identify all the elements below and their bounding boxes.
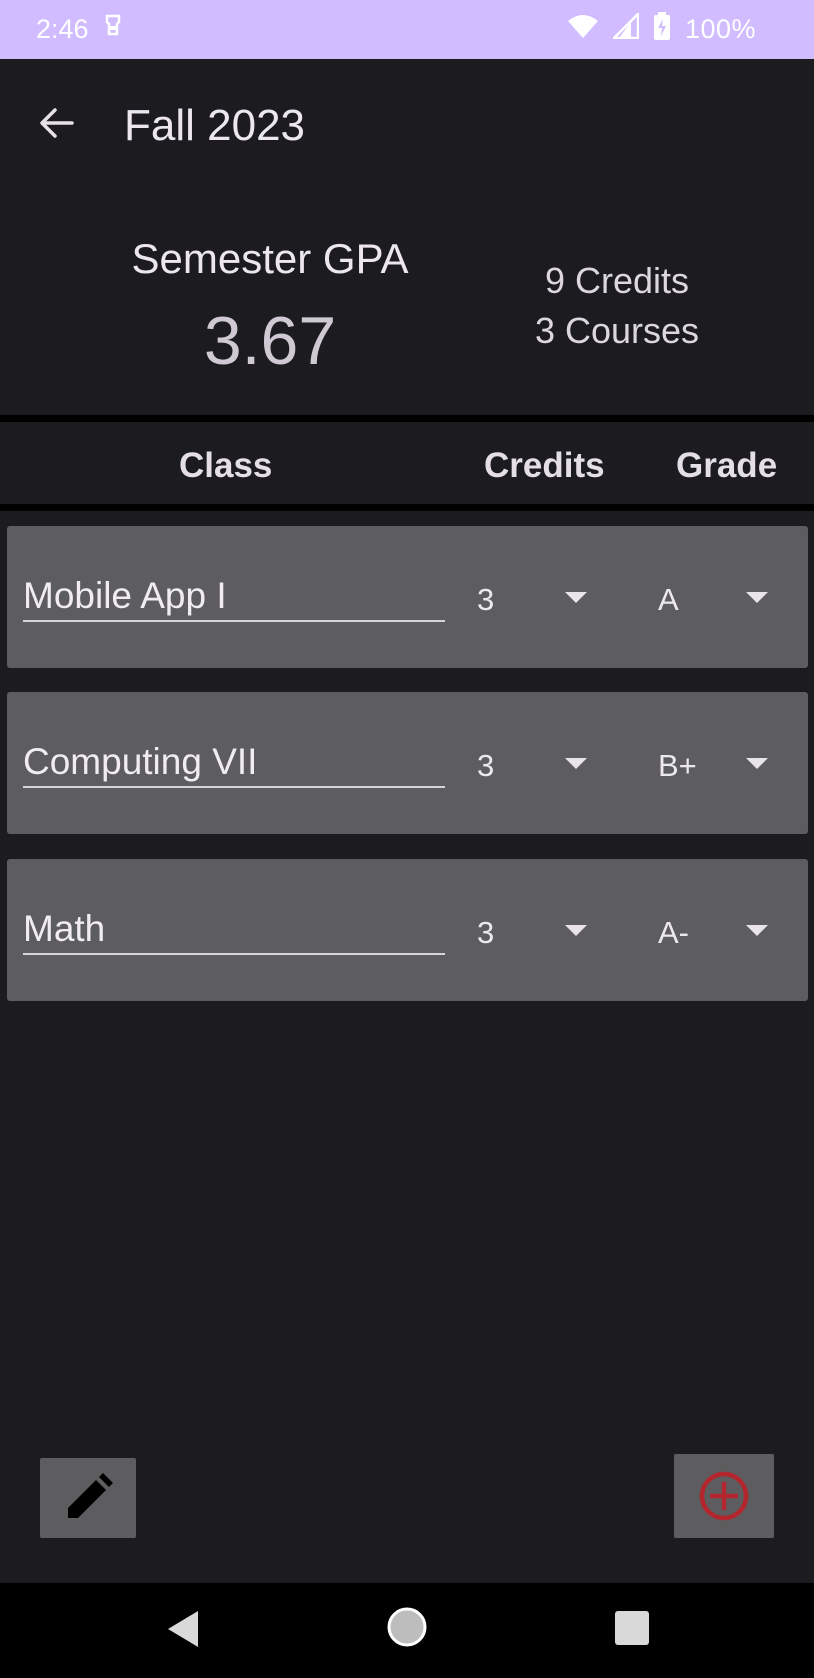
sim-icon [103,13,123,46]
header-credits: Credits [484,446,605,485]
dropdown-arrow-icon [565,758,587,769]
credits-value: 3 [477,748,495,783]
credits-dropdown[interactable]: 3 [471,576,611,622]
status-time: 2:46 [36,14,89,44]
dropdown-arrow-icon [746,758,768,769]
credits-dropdown[interactable]: 3 [471,909,611,955]
credits-value: 3 [477,915,495,950]
page-title: Fall 2023 [124,101,306,150]
edit-button[interactable] [40,1458,136,1538]
nav-home-icon[interactable] [385,1605,429,1649]
course-name-field[interactable]: Computing VII [23,742,445,788]
course-row: Computing VII 3 B+ [7,692,808,834]
app-bar: Fall 2023 [0,59,814,199]
dropdown-arrow-icon [746,925,768,936]
dropdown-arrow-icon [746,592,768,603]
arrow-left-icon [40,108,74,138]
status-left: 2:46 [36,13,123,46]
grade-value: A [658,582,679,617]
gpa-summary: Semester GPA 3.67 9 Credits 3 Courses [0,220,814,410]
dropdown-arrow-icon [565,925,587,936]
course-name-field[interactable]: Mobile App I [23,576,445,622]
table-header: Class Credits Grade [0,422,814,504]
status-bar: 2:46 100% [0,0,814,59]
course-row: Mobile App I 3 A [7,526,808,668]
grade-dropdown[interactable]: A [652,576,792,622]
battery-percent: 100% [684,14,756,44]
pencil-icon [68,1473,113,1518]
course-name-field[interactable]: Math [23,909,445,955]
system-nav-bar [0,1583,814,1678]
total-courses: 3 Courses [534,310,700,351]
battery-charging-icon [653,11,671,48]
status-right: 100% [567,10,756,48]
gpa-value: 3.67 [203,303,337,379]
grade-value: B+ [658,748,697,783]
header-class: Class [179,446,273,485]
header-divider-bottom [0,504,814,511]
nav-recents-icon[interactable] [611,1607,655,1651]
header-grade: Grade [676,446,778,485]
grade-dropdown[interactable]: A- [652,909,792,955]
nav-back-icon[interactable] [164,1607,208,1651]
wifi-icon [567,13,599,46]
credits-value: 3 [477,582,495,617]
dropdown-arrow-icon [565,592,587,603]
gpa-label: Semester GPA [131,235,409,282]
grade-value: A- [658,915,689,950]
plus-circle-icon [699,1471,749,1521]
course-row: Math 3 A- [7,859,808,1001]
back-button[interactable] [34,101,78,145]
credits-dropdown[interactable]: 3 [471,742,611,788]
screen: 2:46 100% Fall 2023 Semester GPA 3.67 9 … [0,0,814,1678]
grade-dropdown[interactable]: B+ [652,742,792,788]
cellular-signal-icon [610,10,640,46]
total-credits: 9 Credits [544,260,690,301]
add-course-button[interactable] [674,1454,774,1538]
header-divider-top [0,415,814,422]
